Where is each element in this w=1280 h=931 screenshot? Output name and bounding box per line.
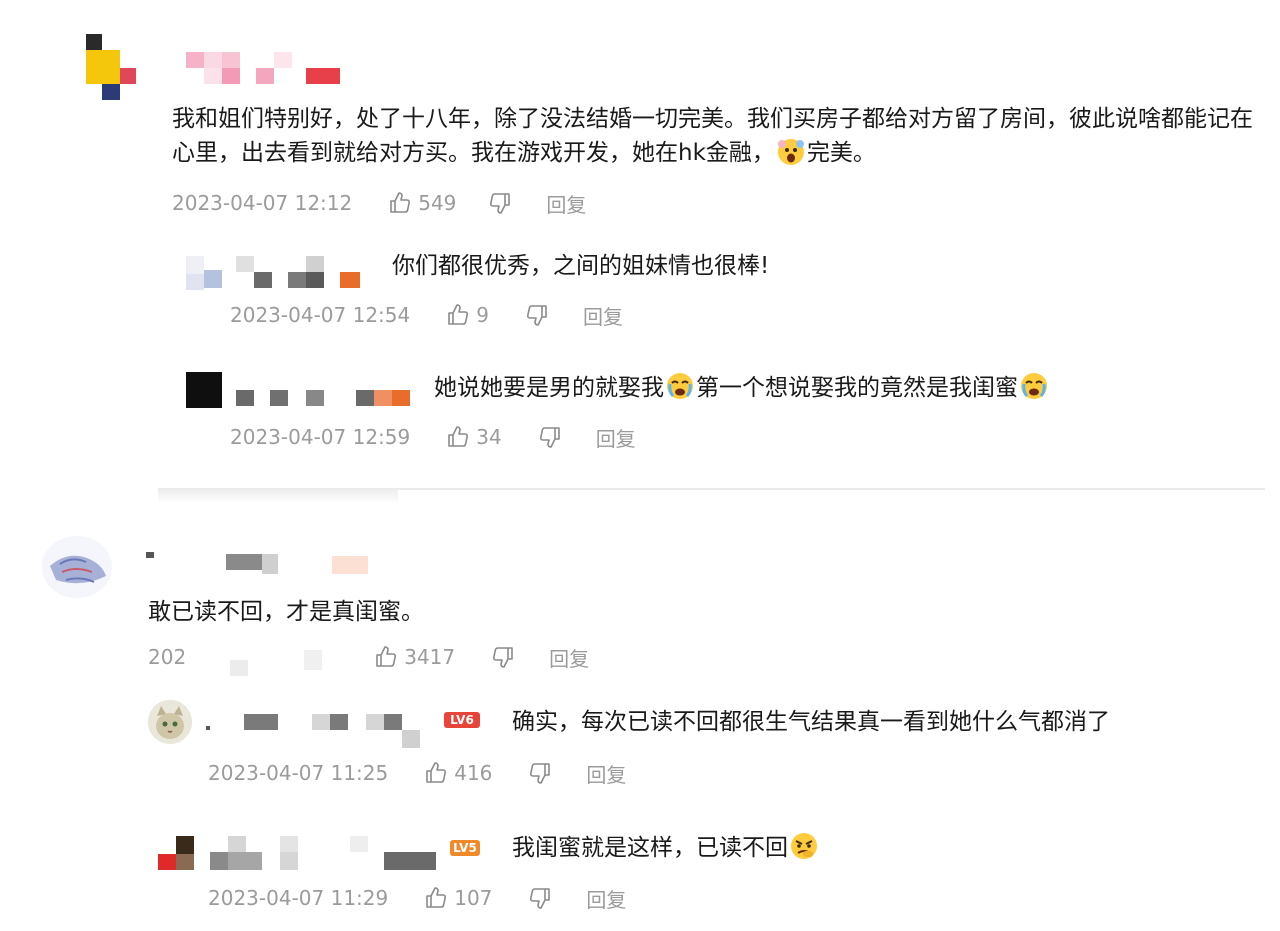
angry-face-icon <box>789 831 819 861</box>
thumbs-down-icon[interactable] <box>528 886 552 910</box>
level-badge: LV6 <box>444 712 480 728</box>
avatar[interactable] <box>186 256 222 292</box>
reply-text: 确实，每次已读不回都很生气结果真一看到她什么气都消了 <box>512 709 1110 735</box>
like-count: 416 <box>454 761 493 785</box>
like-button[interactable]: 9 <box>446 303 489 327</box>
shocked-face-icon <box>776 136 806 166</box>
reply-meta: 2023-04-07 11:25 416 回复 <box>208 756 626 790</box>
reply-button[interactable]: 回复 <box>586 759 626 788</box>
thumbs-up-icon <box>448 426 469 447</box>
timestamp: 2023-04-07 11:29 <box>208 886 389 910</box>
comment-text: 敢已读不回，才是真闺蜜。 <box>148 599 424 625</box>
thumbs-up-icon <box>426 762 447 783</box>
reply-text-part1: 她说她要是男的就娶我 <box>434 375 664 401</box>
thumbs-up-icon <box>390 192 411 213</box>
reply-text-part2: 第一个想说娶我的竟然是我闺蜜 <box>696 375 1018 401</box>
thumbs-up-icon <box>448 304 469 325</box>
comment-text: 我和姐们特别好，处了十八年，除了没法结婚一切完美。我们买房子都给对方留了房间，彼… <box>172 102 1257 170</box>
thumbs-down-icon[interactable] <box>488 191 512 215</box>
comment-text-end: 完美。 <box>806 140 876 166</box>
avatar[interactable] <box>42 536 112 598</box>
like-count: 34 <box>476 425 502 449</box>
avatar[interactable] <box>84 34 140 104</box>
reply-text-main: 我闺蜜就是这样，已读不回 <box>512 835 788 861</box>
username[interactable] <box>236 256 366 290</box>
username[interactable] <box>186 50 346 86</box>
timestamp-mosaic <box>186 640 346 676</box>
like-count: 3417 <box>404 645 456 669</box>
timestamp: 2023-04-07 12:59 <box>230 425 411 449</box>
reply-text: 她说她要是男的就娶我 第一个想说娶我的竟然是我闺蜜 <box>434 371 1050 405</box>
like-button[interactable]: 549 <box>388 191 456 215</box>
reply-meta: 2023-04-07 12:59 34 回复 <box>230 420 636 454</box>
like-count: 9 <box>476 303 489 327</box>
like-count: 107 <box>454 886 493 910</box>
comment-text-main: 我和姐们特别好，处了十八年，除了没法结婚一切完美。我们买房子都给对方留了房间，彼… <box>172 106 1253 166</box>
reply-button[interactable]: 回复 <box>546 189 586 218</box>
reply-button[interactable]: 回复 <box>596 423 636 452</box>
thumbs-up-icon <box>376 646 397 667</box>
like-button[interactable]: 3417 <box>374 645 455 669</box>
like-count: 549 <box>418 191 457 215</box>
reply-meta: 2023-04-07 12:54 9 回复 <box>230 298 623 332</box>
timestamp: 202 <box>148 645 187 669</box>
thumbs-down-icon[interactable] <box>491 645 515 669</box>
crying-face-icon <box>1019 371 1049 401</box>
thumbs-down-icon[interactable] <box>525 303 549 327</box>
username[interactable] <box>210 836 440 872</box>
thumbs-down-icon[interactable] <box>538 425 562 449</box>
username[interactable] <box>236 388 416 408</box>
timestamp: 2023-04-07 11:25 <box>208 761 389 785</box>
timestamp: 2023-04-07 12:12 <box>172 191 353 215</box>
avatar[interactable] <box>148 700 192 744</box>
avatar[interactable] <box>186 372 222 408</box>
comment-meta: 2023-04-07 12:12 549 回复 <box>172 186 586 220</box>
reply-text: 你们都很优秀，之间的姐妹情也很棒! <box>392 253 770 279</box>
reply-text: 我闺蜜就是这样，已读不回 <box>512 831 820 865</box>
crying-face-icon <box>665 371 695 401</box>
like-button[interactable]: 416 <box>424 761 492 785</box>
level-badge: LV5 <box>450 840 480 856</box>
timestamp: 2023-04-07 12:54 <box>230 303 411 327</box>
like-button[interactable]: 107 <box>424 886 492 910</box>
reply-button[interactable]: 回复 <box>549 643 589 672</box>
reply-button[interactable]: 回复 <box>583 301 623 330</box>
avatar[interactable] <box>156 836 196 872</box>
like-button[interactable]: 34 <box>446 425 502 449</box>
comment-meta: 202 3417 回复 <box>148 640 589 676</box>
username[interactable] <box>146 552 376 576</box>
username[interactable] <box>206 712 426 752</box>
thumbs-up-icon <box>426 887 447 908</box>
divider-shadow <box>158 490 398 504</box>
reply-button[interactable]: 回复 <box>586 884 626 913</box>
thumbs-down-icon[interactable] <box>528 761 552 785</box>
reply-meta: 2023-04-07 11:29 107 回复 <box>208 881 626 915</box>
